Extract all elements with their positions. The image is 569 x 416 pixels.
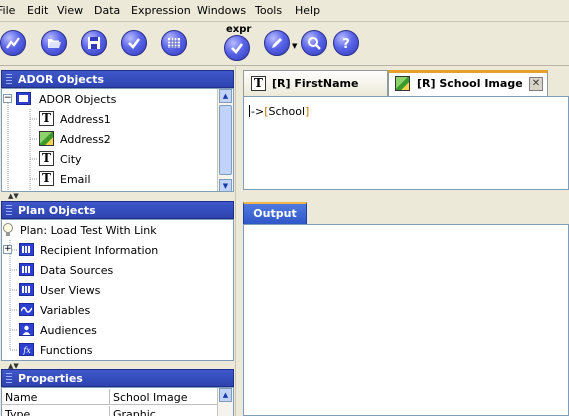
tree-item-audiences[interactable]: Audiences: [2, 320, 232, 340]
tree-item-label: Functions: [40, 344, 93, 357]
chart-line-icon[interactable]: [0, 30, 26, 56]
property-value-cell[interactable]: School Image: [110, 389, 219, 405]
property-name-cell: Type: [2, 406, 110, 416]
text-caret: [249, 105, 250, 117]
menu-view[interactable]: View: [57, 4, 83, 17]
properties-scrollbar[interactable]: ▲: [217, 388, 233, 416]
open-folder-icon[interactable]: [41, 30, 67, 56]
tree-item-user-views[interactable]: User Views: [2, 280, 232, 300]
tab-firstname[interactable]: T [R] FirstName: [243, 70, 388, 96]
menu-data[interactable]: Data: [94, 4, 120, 17]
grip-icon[interactable]: [6, 205, 12, 215]
menu-expression[interactable]: Expression: [131, 4, 191, 17]
tab-school-image[interactable]: [R] School Image ✕: [388, 70, 548, 96]
tree-item-recipient-information[interactable]: + Recipient Information: [2, 240, 232, 260]
field-bracket-close: ]: [305, 105, 310, 118]
scroll-thumb[interactable]: [219, 105, 232, 175]
pencil-icon[interactable]: [264, 30, 290, 56]
grid-icon[interactable]: [161, 30, 187, 56]
tab-output[interactable]: Output: [243, 202, 307, 224]
tree-item-label: Address2: [60, 133, 111, 146]
tree-item-label: Email: [60, 173, 91, 186]
plan-root-node[interactable]: Plan: Load Test With Link: [2, 220, 232, 240]
tree-lines: [7, 103, 38, 191]
tree-item-label: Data Sources: [40, 264, 114, 277]
ador-objects-title: ADOR Objects: [18, 73, 105, 86]
tree-item-label: Recipient Information: [40, 244, 159, 257]
menu-help[interactable]: Help: [295, 4, 320, 17]
save-disk-icon[interactable]: [81, 30, 107, 56]
expr-check-icon[interactable]: [224, 35, 250, 61]
table-icon: [19, 263, 34, 276]
tab-label: [R] FirstName: [272, 77, 359, 90]
expr-label: expr: [226, 24, 252, 35]
plan-label: Plan: Load Test With Link: [20, 224, 157, 237]
svg-text:?: ?: [342, 37, 350, 51]
plan-objects-tree: Plan: Load Test With Link + Recipient In…: [1, 219, 234, 361]
menu-edit[interactable]: Edit: [27, 4, 48, 17]
properties-table: Name School Image Type Graphic ▲: [1, 387, 234, 416]
ador-objects-tree: − ADOR Objects T Address1 Address2 T Cit…: [1, 88, 234, 192]
tab-label: [R] School Image: [417, 77, 523, 90]
wave-icon: [19, 303, 34, 316]
menu-tools[interactable]: Tools: [255, 4, 282, 17]
property-value-cell[interactable]: Graphic: [110, 406, 219, 416]
tree-item-variables[interactable]: Variables: [2, 300, 232, 320]
properties-header: Properties: [1, 369, 234, 387]
scroll-up-icon[interactable]: ▲: [219, 89, 232, 103]
plan-objects-title: Plan Objects: [18, 204, 96, 217]
image-icon: [395, 76, 410, 91]
magnify-icon[interactable]: [301, 30, 327, 56]
property-name-cell: Name: [2, 389, 110, 405]
vertical-splitter[interactable]: [235, 66, 242, 416]
plan-objects-header: Plan Objects: [1, 201, 234, 219]
tree-item-label: City: [60, 153, 82, 166]
menu-bar: File Edit View Data Expression Windows T…: [0, 0, 569, 22]
tree-item-label: User Views: [40, 284, 101, 297]
field-name: School: [268, 105, 306, 118]
menu-file[interactable]: File: [0, 4, 15, 17]
table-icon: [19, 283, 34, 296]
arrow-text: ->: [251, 105, 265, 118]
expression-editor[interactable]: ->[School]: [243, 96, 569, 190]
help-icon[interactable]: ?: [333, 30, 359, 56]
fx-icon: fx: [19, 343, 34, 356]
output-area: [243, 224, 569, 416]
grip-icon[interactable]: [6, 74, 12, 84]
check-icon[interactable]: [121, 30, 147, 56]
ador-scrollbar[interactable]: ▲ ▼: [217, 89, 233, 191]
tree-item-label: Address1: [60, 113, 111, 126]
chevron-down-icon[interactable]: ▼: [292, 42, 297, 50]
menu-windows[interactable]: Windows: [197, 4, 246, 17]
tree-item-data-sources[interactable]: Data Sources: [2, 260, 232, 280]
splitter-arrows-icon[interactable]: ▲▼: [8, 192, 19, 200]
toolbar: expr ▼ ?: [0, 22, 569, 66]
close-icon[interactable]: ✕: [529, 77, 543, 91]
table-icon: [19, 243, 34, 256]
tree-item-functions[interactable]: fx Functions: [2, 340, 232, 360]
tree-item-label: Audiences: [40, 324, 97, 337]
ador-objects-header: ADOR Objects: [1, 70, 234, 88]
tree-item-label: Variables: [40, 304, 91, 317]
scroll-down-icon[interactable]: ▼: [219, 179, 232, 191]
horizontal-splitter[interactable]: [243, 191, 569, 199]
expression-code: ->[School]: [249, 105, 309, 118]
properties-title: Properties: [18, 372, 83, 385]
person-icon: [19, 323, 34, 336]
svg-text:fx: fx: [22, 346, 31, 355]
text-T-icon: T: [251, 76, 266, 91]
scroll-up-icon[interactable]: ▲: [219, 388, 232, 402]
expand-icon[interactable]: +: [3, 245, 12, 254]
ador-root-label: ADOR Objects: [39, 93, 117, 106]
grip-icon[interactable]: [6, 373, 12, 383]
